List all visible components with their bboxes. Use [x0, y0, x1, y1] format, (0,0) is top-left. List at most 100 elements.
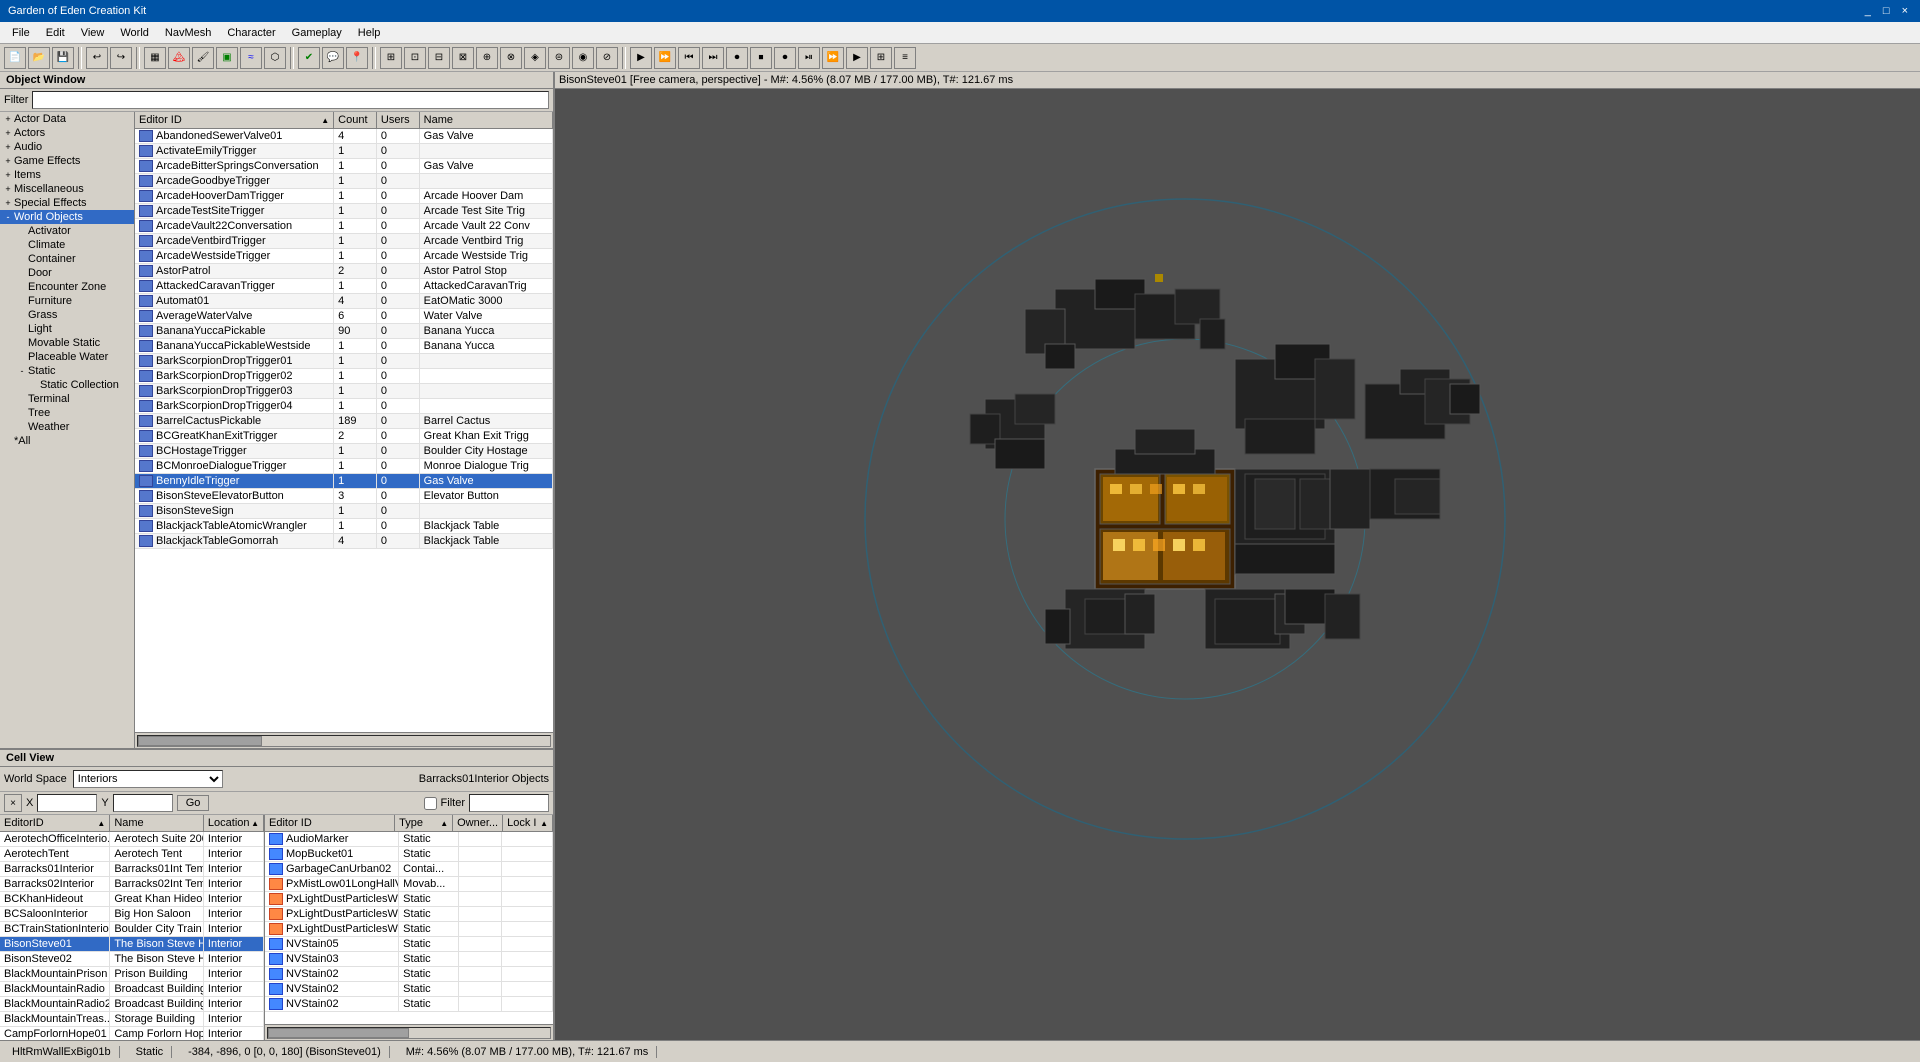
toolbar-b3[interactable]: ⊟: [428, 47, 450, 69]
toolbar-nav[interactable]: ⬡: [264, 47, 286, 69]
toolbar-c5[interactable]: ⏺: [726, 47, 748, 69]
tree-item-encounter-zone[interactable]: Encounter Zone: [0, 280, 134, 294]
toolbar-c9[interactable]: ⏩: [822, 47, 844, 69]
cell-left-row[interactable]: BlackMountainTreas... Storage Building I…: [0, 1012, 264, 1027]
table-row[interactable]: BarkScorpionDropTrigger04 1 0: [135, 399, 553, 414]
toolbar-c4[interactable]: ⏭: [702, 47, 724, 69]
tree-item-items[interactable]: + Items: [0, 168, 134, 182]
toolbar-save[interactable]: 💾: [52, 47, 74, 69]
cell-right-row[interactable]: PxLightDustParticlesWide02 Static: [265, 892, 553, 907]
table-row[interactable]: BarkScorpionDropTrigger02 1 0: [135, 369, 553, 384]
table-row[interactable]: ActivateEmilyTrigger 1 0: [135, 144, 553, 159]
table-row[interactable]: AverageWaterValve 6 0 Water Valve: [135, 309, 553, 324]
cell-left-row[interactable]: Barracks02Interior Barracks02Int Tem... …: [0, 877, 264, 892]
tree-item-tree[interactable]: Tree: [0, 406, 134, 420]
toolbar-grass[interactable]: ▣: [216, 47, 238, 69]
toolbar-c12[interactable]: ≡: [894, 47, 916, 69]
table-row[interactable]: BisonSteveSign 1 0: [135, 504, 553, 519]
cell-right-row[interactable]: NVStain02 Static: [265, 982, 553, 997]
tree-item-climate[interactable]: Climate: [0, 238, 134, 252]
table-row[interactable]: BananaYuccaPickable 90 0 Banana Yucca: [135, 324, 553, 339]
col-header-name[interactable]: Name: [420, 112, 553, 128]
toolbar-b10[interactable]: ⊘: [596, 47, 618, 69]
cell-right-row[interactable]: NVStain03 Static: [265, 952, 553, 967]
toolbar-water[interactable]: ≈: [240, 47, 262, 69]
cell-right-scrollbar-h[interactable]: [265, 1024, 553, 1040]
toolbar-redo[interactable]: ↪: [110, 47, 132, 69]
toolbar-b2[interactable]: ⊡: [404, 47, 426, 69]
toolbar-grid[interactable]: ▦: [144, 47, 166, 69]
toolbar-c11[interactable]: ⊞: [870, 47, 892, 69]
table-row[interactable]: AttackedCaravanTrigger 1 0 AttackedCarav…: [135, 279, 553, 294]
toolbar-c10[interactable]: ▶: [846, 47, 868, 69]
menu-gameplay[interactable]: Gameplay: [284, 25, 350, 41]
table-row[interactable]: BCMonroeDialogueTrigger 1 0 Monroe Dialo…: [135, 459, 553, 474]
cell-right-row[interactable]: NVStain05 Static: [265, 937, 553, 952]
toolbar-b6[interactable]: ⊗: [500, 47, 522, 69]
menu-help[interactable]: Help: [350, 25, 389, 41]
tree-item-activator[interactable]: Activator: [0, 224, 134, 238]
col-header-editorid[interactable]: Editor ID▲: [135, 112, 334, 128]
table-row[interactable]: BCGreatKhanExitTrigger 2 0 Great Khan Ex…: [135, 429, 553, 444]
tree-item-miscellaneous[interactable]: + Miscellaneous: [0, 182, 134, 196]
toolbar-b5[interactable]: ⊕: [476, 47, 498, 69]
table-row[interactable]: BarkScorpionDropTrigger03 1 0: [135, 384, 553, 399]
cell-left-row[interactable]: AerotechTent Aerotech Tent Interior: [0, 847, 264, 862]
tree-item-world-objects[interactable]: - World Objects: [0, 210, 134, 224]
cell-right-row[interactable]: NVStain02 Static: [265, 997, 553, 1012]
cell-col-name[interactable]: Name: [110, 815, 204, 831]
toolbar-c8[interactable]: ⏯: [798, 47, 820, 69]
menu-view[interactable]: View: [73, 25, 113, 41]
table-row[interactable]: BananaYuccaPickableWestside 1 0 Banana Y…: [135, 339, 553, 354]
table-row[interactable]: BCHostageTrigger 1 0 Boulder City Hostag…: [135, 444, 553, 459]
cell-right-row[interactable]: GarbageCanUrban02 Contai...: [265, 862, 553, 877]
cell-left-row[interactable]: BlackMountainRadio Broadcast Building...…: [0, 982, 264, 997]
filter-input[interactable]: [32, 91, 549, 109]
table-row[interactable]: BarkScorpionDropTrigger01 1 0: [135, 354, 553, 369]
viewport[interactable]: [555, 89, 1920, 1040]
toolbar-c3[interactable]: ⏮: [678, 47, 700, 69]
toolbar-b8[interactable]: ⊜: [548, 47, 570, 69]
table-row[interactable]: Automat01 4 0 EatOMatic 3000: [135, 294, 553, 309]
cright-col-lock[interactable]: Lock I▲: [503, 815, 553, 831]
col-header-count[interactable]: Count: [334, 112, 377, 128]
toolbar-b7[interactable]: ◈: [524, 47, 546, 69]
minimize-button[interactable]: _: [1861, 5, 1875, 17]
menu-file[interactable]: File: [4, 25, 38, 41]
menu-character[interactable]: Character: [219, 25, 283, 41]
toolbar-c2[interactable]: ⏩: [654, 47, 676, 69]
table-row[interactable]: ArcadeGoodbyeTrigger 1 0: [135, 174, 553, 189]
table-row[interactable]: AbandonedSewerValve01 4 0 Gas Valve: [135, 129, 553, 144]
object-table-scrollbar-h[interactable]: [135, 732, 553, 748]
cright-col-editorid[interactable]: Editor ID: [265, 815, 395, 831]
tree-item-terminal[interactable]: Terminal: [0, 392, 134, 406]
tree-item-weather[interactable]: Weather: [0, 420, 134, 434]
table-row[interactable]: BennyIdleTrigger 1 0 Gas Valve: [135, 474, 553, 489]
go-button[interactable]: Go: [177, 795, 210, 811]
cell-right-row[interactable]: AudioMarker Static: [265, 832, 553, 847]
tree-item-furniture[interactable]: Furniture: [0, 294, 134, 308]
cell-left-row[interactable]: CampForlornHope01 Camp Forlorn Hope... I…: [0, 1027, 264, 1040]
toolbar-new[interactable]: 📄: [4, 47, 26, 69]
cell-col-location[interactable]: Location▲: [204, 815, 264, 831]
toolbar-b1[interactable]: ⊞: [380, 47, 402, 69]
cell-left-row[interactable]: Barracks01Interior Barracks01Int Tem... …: [0, 862, 264, 877]
tree-item-door[interactable]: Door: [0, 266, 134, 280]
cell-left-row[interactable]: AerotechOfficeInterio... Aerotech Suite …: [0, 832, 264, 847]
cell-right-row[interactable]: NVStain02 Static: [265, 967, 553, 982]
maximize-button[interactable]: □: [1879, 5, 1894, 17]
table-row[interactable]: BisonSteveElevatorButton 3 0 Elevator Bu…: [135, 489, 553, 504]
table-row[interactable]: BarrelCactusPickable 189 0 Barrel Cactus: [135, 414, 553, 429]
cell-left-row[interactable]: BCTrainStationInterior Boulder City Trai…: [0, 922, 264, 937]
tree-item-audio[interactable]: + Audio: [0, 140, 134, 154]
tree-item-special-effects[interactable]: + Special Effects: [0, 196, 134, 210]
cell-right-row[interactable]: MopBucket01 Static: [265, 847, 553, 862]
table-row[interactable]: BlackjackTableAtomicWrangler 1 0 Blackja…: [135, 519, 553, 534]
cell-right-row[interactable]: PxMistLow01LongHallVis Movab...: [265, 877, 553, 892]
toolbar-open[interactable]: 📂: [28, 47, 50, 69]
cright-col-type[interactable]: Type▲: [395, 815, 453, 831]
tree-item-movable-static[interactable]: Movable Static: [0, 336, 134, 350]
cell-left-row[interactable]: BisonSteve01 The Bison Steve H... Interi…: [0, 937, 264, 952]
toolbar-undo[interactable]: ↩: [86, 47, 108, 69]
tree-item-static[interactable]: - Static: [0, 364, 134, 378]
